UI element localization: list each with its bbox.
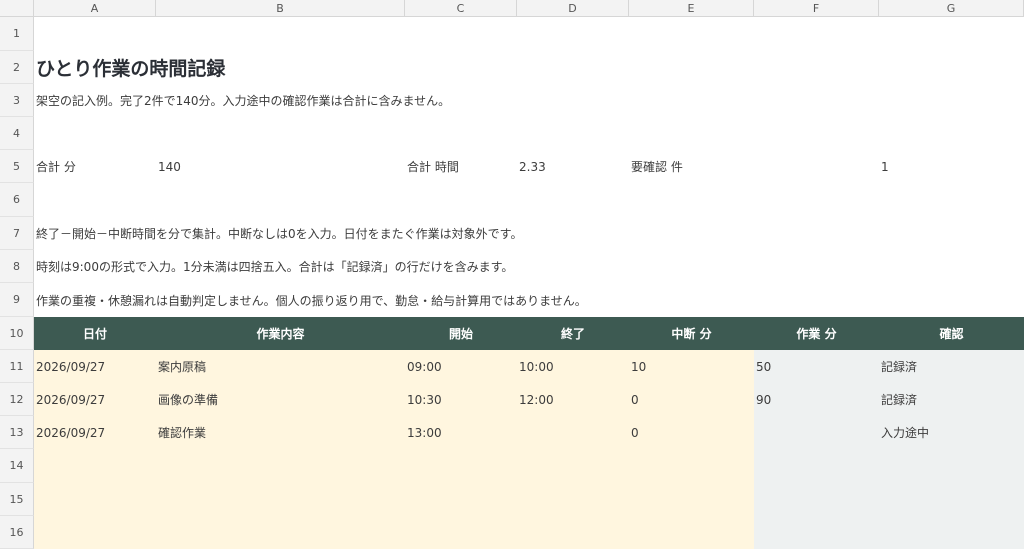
row-header[interactable]: 15 (0, 483, 34, 516)
total-minutes-label[interactable]: 合計 分 (34, 150, 156, 183)
table-row: 2026/09/27 画像の準備 10:30 12:00 0 90 記録済 (34, 383, 1024, 416)
row-header[interactable]: 3 (0, 84, 34, 117)
column-header-f[interactable]: F (754, 0, 879, 17)
sheet-subtitle[interactable]: 架空の記入例。完了2件で140分。入力途中の確認作業は合計に含みません。 (34, 84, 834, 117)
row-header[interactable]: 11 (0, 350, 34, 383)
cell-task[interactable]: 案内原稿 (156, 350, 405, 383)
cell-task[interactable]: 確認作業 (156, 416, 405, 449)
header-end[interactable]: 終了 (517, 317, 629, 350)
column-header-a[interactable]: A (34, 0, 156, 17)
header-break-minutes[interactable]: 中断 分 (629, 317, 754, 350)
column-header-e[interactable]: E (629, 0, 754, 17)
total-hours-value[interactable]: 2.33 (517, 150, 629, 183)
cell-work[interactable] (754, 416, 879, 449)
row-header[interactable]: 14 (0, 449, 34, 483)
cell-date[interactable]: 2026/09/27 (34, 383, 156, 416)
total-minutes-value[interactable]: 140 (156, 150, 405, 183)
cell-end[interactable]: 12:00 (517, 383, 629, 416)
table-row: 2026/09/27 案内原稿 09:00 10:00 10 50 記録済 (34, 350, 1024, 383)
cell-start[interactable]: 13:00 (405, 416, 517, 449)
header-task[interactable]: 作業内容 (156, 317, 405, 350)
row-header[interactable]: 9 (0, 283, 34, 317)
table-header-row: 日付 作業内容 開始 終了 中断 分 作業 分 確認 (34, 317, 1024, 350)
row-header[interactable]: 1 (0, 17, 34, 51)
cell-end[interactable]: 10:00 (517, 350, 629, 383)
row-header[interactable]: 7 (0, 217, 34, 250)
header-status[interactable]: 確認 (879, 317, 1024, 350)
cell-status[interactable]: 入力途中 (879, 416, 1024, 449)
cell-work[interactable]: 90 (754, 383, 879, 416)
cell-task[interactable]: 画像の準備 (156, 383, 405, 416)
column-header-g[interactable]: G (879, 0, 1024, 17)
needs-check-value[interactable]: 1 (879, 150, 1024, 183)
column-header-d[interactable]: D (517, 0, 629, 17)
column-header-c[interactable]: C (405, 0, 517, 17)
cell-start[interactable]: 09:00 (405, 350, 517, 383)
cell-date[interactable]: 2026/09/27 (34, 350, 156, 383)
cell-start[interactable]: 10:30 (405, 383, 517, 416)
row-header[interactable]: 6 (0, 183, 34, 217)
row-header[interactable]: 12 (0, 383, 34, 416)
note-line[interactable]: 時刻は9:00の形式で入力。1分未満は四捨五入。合計は「記録済」の行だけを含みま… (34, 250, 934, 283)
row-header[interactable]: 8 (0, 250, 34, 283)
select-all-corner[interactable] (0, 0, 34, 17)
row-header[interactable]: 16 (0, 516, 34, 549)
row-header[interactable]: 4 (0, 117, 34, 150)
cell-work[interactable]: 50 (754, 350, 879, 383)
note-line[interactable]: 終了－開始－中断時間を分で集計。中断なしは0を入力。日付をまたぐ作業は対象外です… (34, 217, 934, 250)
table-row: 2026/09/27 確認作業 13:00 0 入力途中 (34, 416, 1024, 449)
row-header[interactable]: 2 (0, 51, 34, 84)
header-date[interactable]: 日付 (34, 317, 156, 350)
needs-check-label[interactable]: 要確認 件 (629, 150, 879, 183)
note-line[interactable]: 作業の重複・休憩漏れは自動判定しません。個人の振り返り用で、勤怠・給与計算用では… (34, 283, 934, 317)
row-header[interactable]: 5 (0, 150, 34, 183)
cell-status[interactable]: 記録済 (879, 350, 1024, 383)
cell-date[interactable]: 2026/09/27 (34, 416, 156, 449)
spreadsheet: A B C D E F G 1 2 3 4 5 6 7 8 9 10 11 12… (0, 0, 1024, 549)
row-header[interactable]: 13 (0, 416, 34, 449)
sheet-title[interactable]: ひとり作業の時間記録 (34, 51, 534, 84)
cell-break[interactable]: 0 (629, 416, 754, 449)
header-start[interactable]: 開始 (405, 317, 517, 350)
total-hours-label[interactable]: 合計 時間 (405, 150, 517, 183)
cell-status[interactable]: 記録済 (879, 383, 1024, 416)
row-header[interactable]: 10 (0, 317, 34, 350)
cell-end[interactable] (517, 416, 629, 449)
cell-break[interactable]: 0 (629, 383, 754, 416)
column-header-b[interactable]: B (156, 0, 405, 17)
header-work-minutes[interactable]: 作業 分 (754, 317, 879, 350)
cell-break[interactable]: 10 (629, 350, 754, 383)
